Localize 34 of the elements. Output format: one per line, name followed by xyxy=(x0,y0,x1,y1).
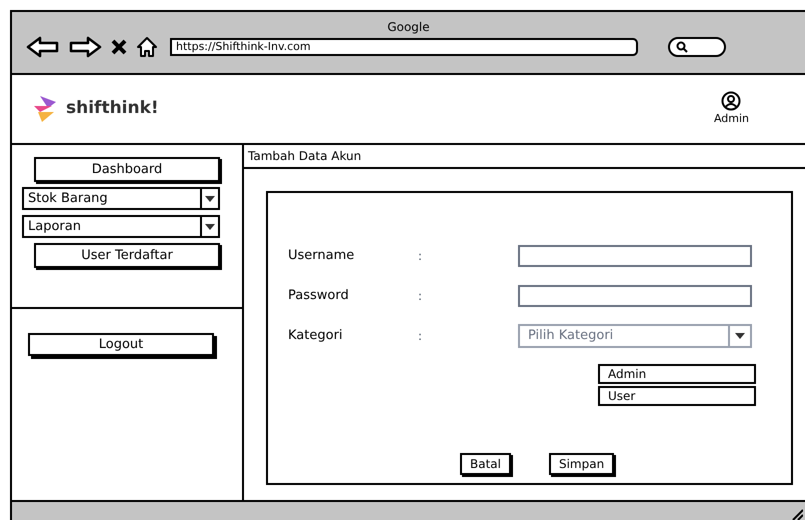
field-label: Kategori xyxy=(288,327,344,346)
search-icon xyxy=(676,41,688,53)
user-name: Admin xyxy=(714,110,749,127)
page-title: Tambah Data Akun xyxy=(244,145,805,169)
caret-icon xyxy=(735,333,745,339)
form-button[interactable]: Batal xyxy=(460,453,511,475)
select-field[interactable]: Pilih Kategori xyxy=(518,324,752,348)
url-field[interactable]: https://Shifthink-Inv.com xyxy=(170,38,638,56)
brand-name: shifthink! xyxy=(66,97,159,120)
field-label: Username xyxy=(288,247,356,266)
sidebar-dropdown[interactable]: Stok Barang xyxy=(22,187,220,210)
sidebar-button[interactable]: User Terdaftar xyxy=(34,243,220,268)
field-label: Password xyxy=(288,287,350,306)
browser-title: Google xyxy=(387,19,430,36)
dropdown-option[interactable]: Admin xyxy=(598,364,756,384)
caret-icon xyxy=(205,224,215,230)
user-icon[interactable] xyxy=(721,90,742,111)
home-icon[interactable] xyxy=(136,36,158,58)
colon: : xyxy=(418,288,424,305)
colon: : xyxy=(418,248,424,265)
caret-icon xyxy=(205,196,215,202)
input-field[interactable] xyxy=(518,285,752,307)
logout-button[interactable]: Logout xyxy=(28,333,214,356)
close-icon[interactable] xyxy=(110,38,128,56)
sidebar-button[interactable]: Dashboard xyxy=(34,157,220,182)
resize-grip-icon[interactable] xyxy=(791,508,803,520)
input-field[interactable] xyxy=(518,245,752,267)
forward-icon[interactable] xyxy=(68,36,102,58)
colon: : xyxy=(418,328,424,345)
back-icon[interactable] xyxy=(26,36,60,58)
search-field[interactable] xyxy=(668,37,726,57)
dropdown-option[interactable]: User xyxy=(598,386,756,406)
sidebar-dropdown[interactable]: Laporan xyxy=(22,215,220,238)
form-button[interactable]: Simpan xyxy=(548,453,614,475)
